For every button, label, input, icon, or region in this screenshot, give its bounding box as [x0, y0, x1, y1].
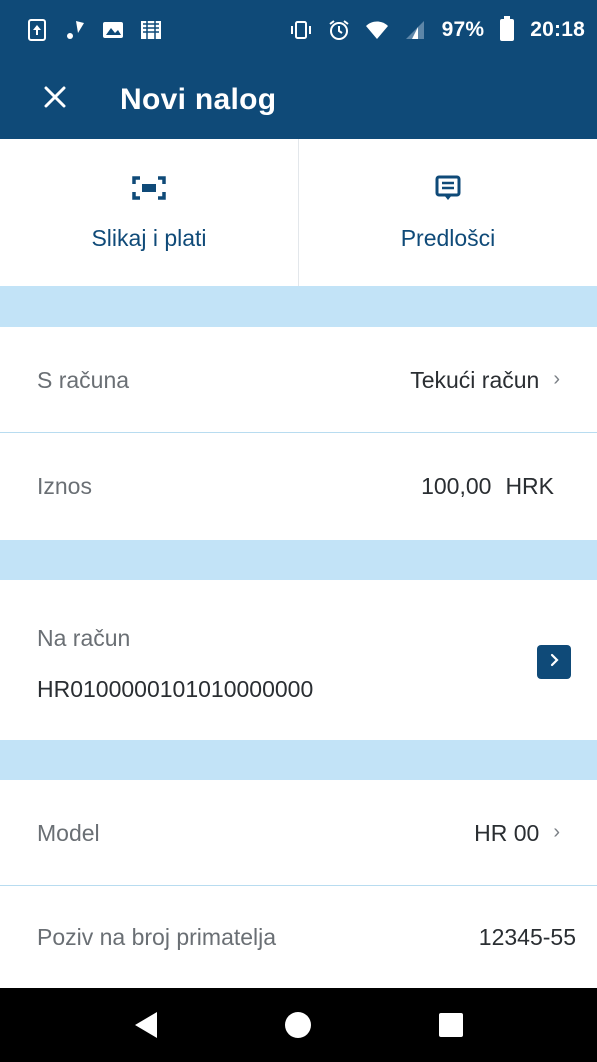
- to-account-block: Na račun HR0100000101010000000: [0, 580, 597, 740]
- status-time: 20:18: [530, 18, 585, 41]
- home-circle-icon: [285, 1012, 312, 1038]
- from-account-label: S računa: [37, 366, 130, 393]
- chevron-right-icon: ›: [553, 367, 560, 390]
- to-account-value[interactable]: HR0100000101010000000: [37, 676, 313, 703]
- photo-icon: [140, 19, 162, 41]
- status-bar: 97% 20:18: [0, 0, 597, 60]
- battery-percent: 97%: [441, 18, 485, 41]
- status-bar-left: [26, 19, 162, 41]
- recents-square-icon: [438, 1013, 463, 1037]
- templates-label: Predlošci: [400, 225, 496, 251]
- from-account-text: Tekući račun: [410, 366, 540, 393]
- system-nav-bar: [0, 988, 597, 1062]
- back-button[interactable]: [126, 1005, 166, 1045]
- back-triangle-icon: [135, 1012, 158, 1038]
- close-icon: [44, 86, 66, 113]
- wifi-icon: [365, 19, 388, 41]
- reference-value[interactable]: 12345-55: [479, 924, 576, 951]
- model-label: Model: [37, 819, 100, 846]
- chevron-right-icon: ›: [553, 820, 560, 843]
- image-icon: [102, 19, 124, 41]
- amount-number: 100,00: [421, 473, 492, 499]
- select-recipient-button[interactable]: [537, 645, 571, 679]
- chevron-right-icon: [547, 653, 561, 672]
- amount-label: Iznos: [37, 473, 92, 499]
- scan-and-pay-button[interactable]: Slikaj i plati: [0, 139, 298, 286]
- amount-value[interactable]: 100,00 HRK: [421, 473, 554, 500]
- section-separator: [0, 540, 597, 580]
- section-separator: [0, 286, 597, 327]
- status-bar-right: 97% 20:18: [290, 16, 585, 42]
- sim-update-icon: [26, 19, 48, 41]
- quick-actions: Slikaj i plati Predlošci: [0, 139, 597, 286]
- section-separator: [0, 740, 597, 780]
- templates-button[interactable]: Predlošci: [298, 139, 597, 286]
- scan-icon: [132, 173, 166, 203]
- template-icon: [435, 173, 461, 203]
- reference-label: Poziv na broj primatelja: [37, 923, 277, 950]
- amount-row[interactable]: Iznos 100,00 HRK: [0, 433, 597, 540]
- recents-button[interactable]: [431, 1005, 471, 1045]
- model-value: HR 00 ›: [474, 820, 560, 847]
- amount-currency: HRK: [505, 473, 554, 499]
- model-text: HR 00: [474, 819, 540, 846]
- reference-row[interactable]: Poziv na broj primatelja 12345-55: [0, 886, 597, 988]
- page-title: Novi nalog: [120, 82, 277, 116]
- alarm-icon: [328, 19, 350, 41]
- signal-icon: [404, 19, 426, 41]
- battery-icon: [500, 16, 515, 41]
- app-bar: Novi nalog: [0, 60, 597, 139]
- notification-icon: [64, 19, 86, 41]
- home-button[interactable]: [278, 1005, 318, 1045]
- model-row[interactable]: Model HR 00 ›: [0, 780, 597, 886]
- scan-and-pay-label: Slikaj i plati: [91, 225, 207, 251]
- to-account-label: Na račun: [37, 625, 131, 651]
- vibrate-icon: [290, 19, 312, 41]
- from-account-row[interactable]: S računa Tekući račun ›: [0, 327, 597, 433]
- from-account-value: Tekući račun ›: [410, 367, 560, 394]
- close-button[interactable]: [20, 60, 90, 139]
